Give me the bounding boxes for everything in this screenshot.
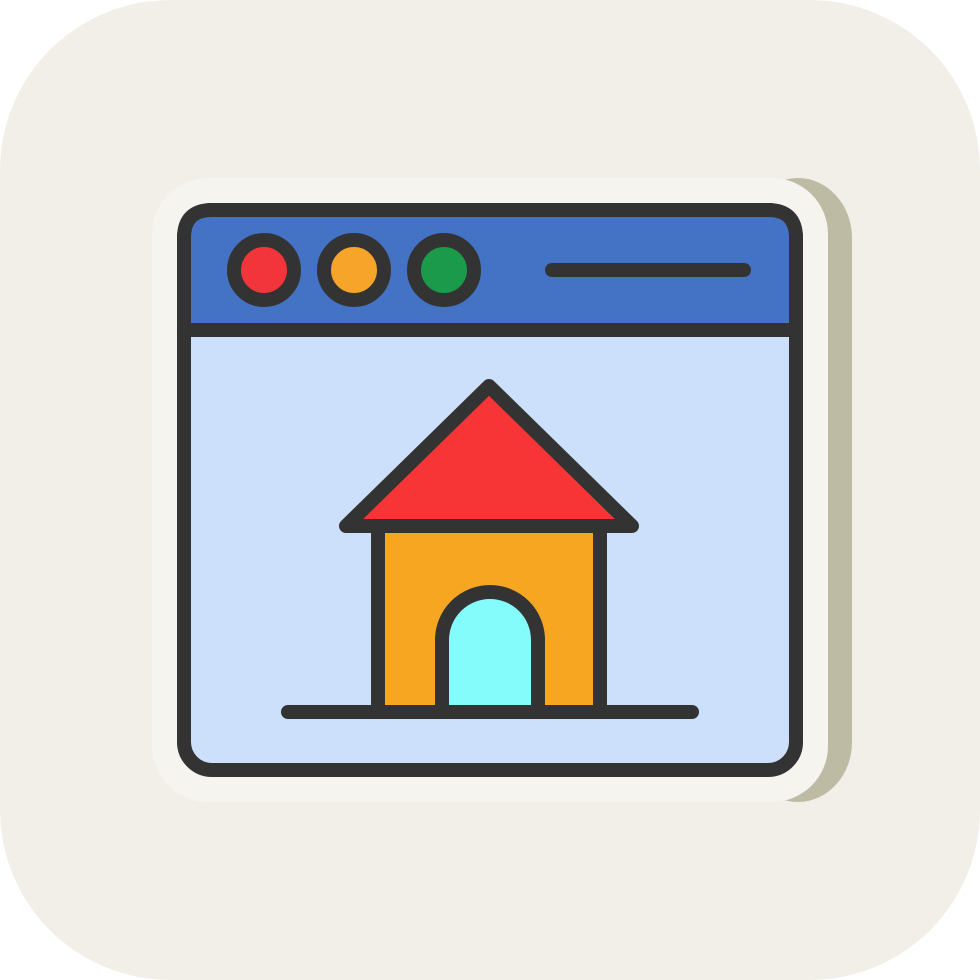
maximize-dot-icon[interactable] (407, 233, 481, 307)
home-webpage-icon (0, 0, 980, 980)
house-door-icon (435, 585, 545, 719)
minimize-dot-icon[interactable] (317, 233, 391, 307)
app-icon-tile (0, 0, 980, 980)
close-dot-icon[interactable] (227, 233, 301, 307)
